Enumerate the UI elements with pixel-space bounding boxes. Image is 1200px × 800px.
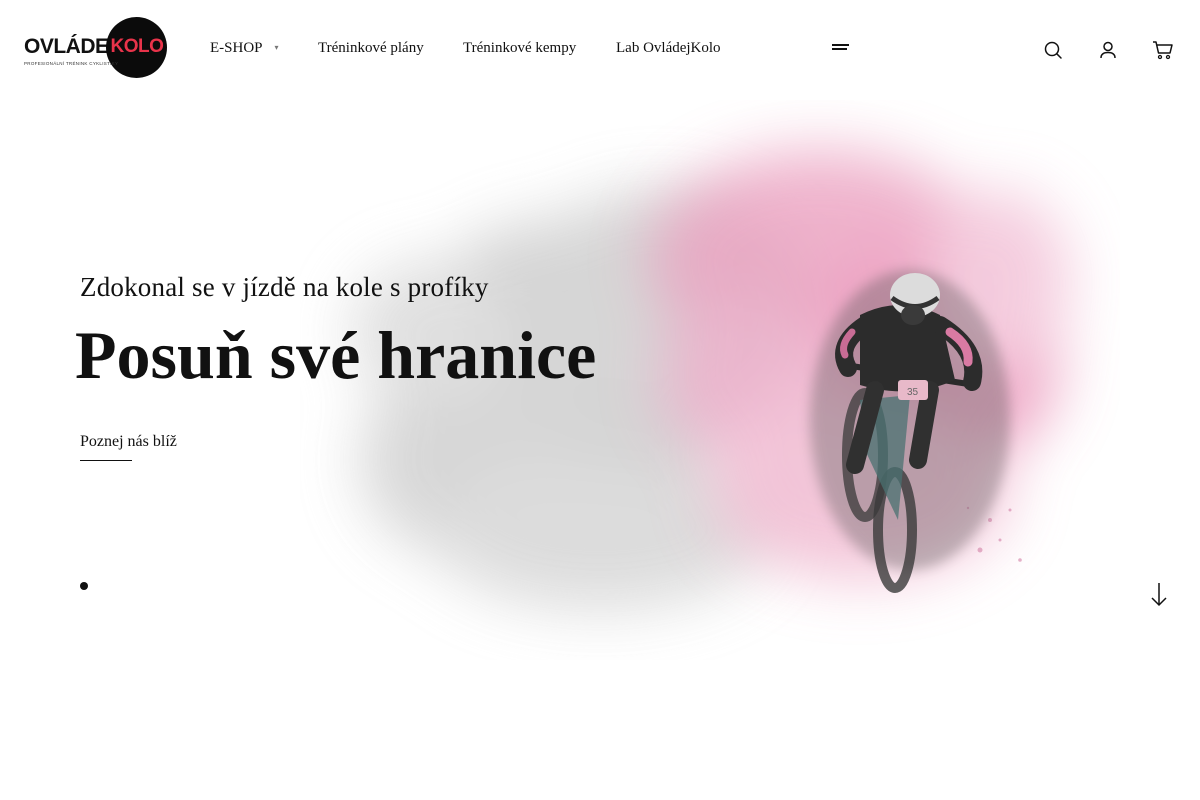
slider-dot-active[interactable] bbox=[80, 582, 88, 590]
logo-text-kolo: KOLO bbox=[110, 36, 164, 57]
user-icon bbox=[1100, 41, 1116, 59]
search-button[interactable] bbox=[1043, 40, 1063, 60]
nav-item-lab[interactable]: Lab OvládejKolo bbox=[616, 40, 721, 57]
cart-button[interactable] bbox=[1152, 40, 1173, 60]
cta-underline bbox=[80, 460, 132, 461]
menu-icon-bar bbox=[832, 48, 847, 50]
logo[interactable]: OVLÁDEJ KOLO PROFESIONÁLNÍ TRÉNINK CYKLI… bbox=[22, 17, 168, 79]
learn-more-link[interactable]: Poznej nás blíž bbox=[80, 433, 177, 451]
nav-item-eshop-label: E-SHOP bbox=[210, 40, 263, 56]
hero-headline: Posuň své hranice bbox=[75, 317, 597, 393]
nav-item-training-plans[interactable]: Tréninkové plány bbox=[318, 40, 424, 57]
rider-number: 35 bbox=[907, 387, 919, 398]
search-icon bbox=[1044, 41, 1062, 59]
nav-item-training-camps[interactable]: Tréninkové kempy bbox=[463, 40, 576, 57]
menu-icon[interactable] bbox=[832, 44, 849, 54]
chevron-down-icon: ▾ bbox=[274, 43, 279, 52]
logo-tagline: PROFESIONÁLNÍ TRÉNINK CYKLISTIKY bbox=[24, 61, 119, 66]
cart-icon bbox=[1153, 41, 1173, 60]
hero-subtitle: Zdokonal se v jízdě na kole s profíky bbox=[80, 272, 489, 302]
account-button[interactable] bbox=[1098, 40, 1118, 60]
arrow-down-icon bbox=[1151, 583, 1167, 607]
menu-icon-bar bbox=[832, 44, 849, 46]
site-header: OVLÁDEJ KOLO PROFESIONÁLNÍ TRÉNINK CYKLI… bbox=[0, 0, 1200, 100]
scroll-down-button[interactable] bbox=[1150, 582, 1168, 608]
nav-item-eshop[interactable]: E-SHOP ▾ bbox=[210, 40, 279, 57]
